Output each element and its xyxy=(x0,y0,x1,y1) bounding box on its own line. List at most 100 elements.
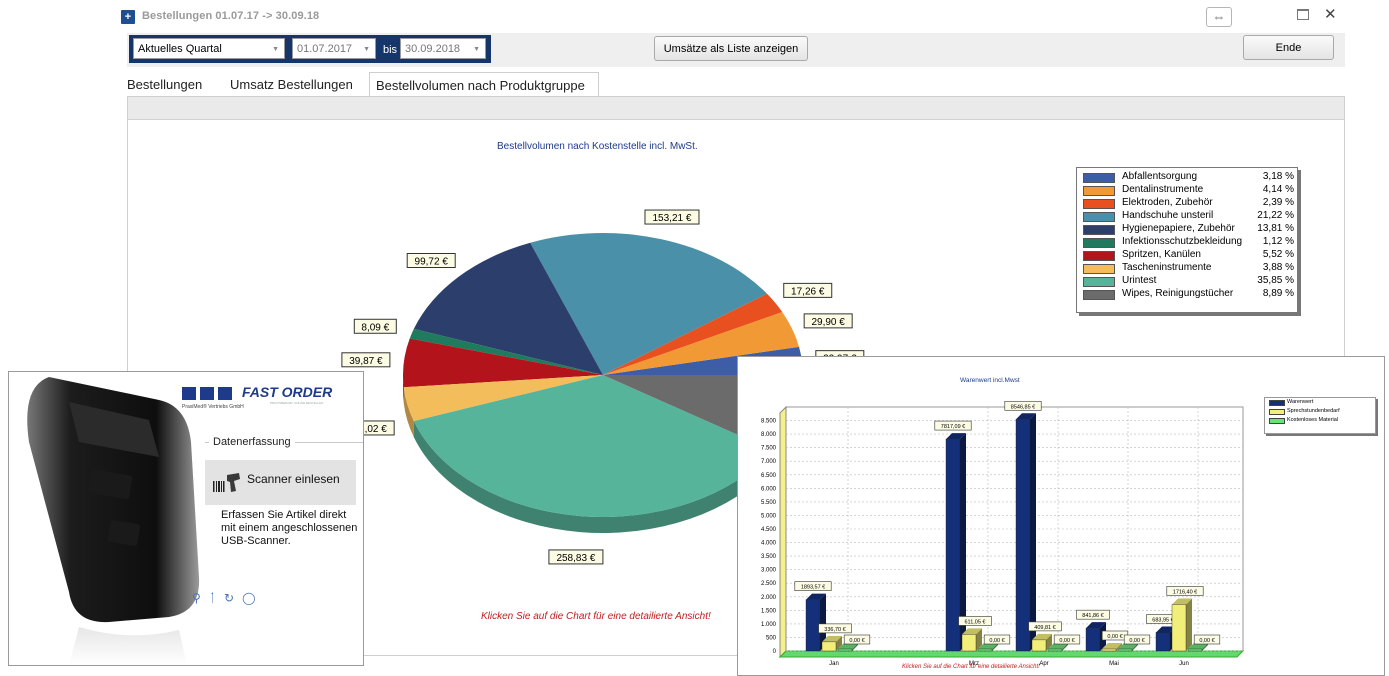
bar-face xyxy=(1015,419,1031,652)
legend-item: Abfallentsorgung 3,18 % xyxy=(1077,171,1297,184)
wrench-icon[interactable]: ᛙ xyxy=(209,591,224,605)
legend-percent: 21,22 % xyxy=(1257,210,1294,221)
pie-value-text: 17,26 € xyxy=(791,286,825,297)
logo-block xyxy=(218,387,232,400)
bar-value-text: 0,00 € xyxy=(989,638,1004,644)
bar-face xyxy=(945,438,961,652)
bar-legend-item: Kostenloses Material xyxy=(1265,416,1375,425)
legend-percent: 3,88 % xyxy=(1262,262,1294,273)
bar-value-text: 336,70 € xyxy=(824,627,845,633)
legend-label: Hygienepapiere, Zubehör xyxy=(1122,223,1235,234)
legend-label: Urintest xyxy=(1122,275,1157,286)
y-tick-label: 2.000 xyxy=(761,595,777,601)
bar-value-label: 0,00 € xyxy=(843,634,871,645)
legend-item: Hygienepapiere, Zubehör 13,81 % xyxy=(1077,223,1297,236)
bar-value-text: 1716,40 € xyxy=(1173,589,1197,595)
x-tick-label: Mai xyxy=(1109,661,1119,667)
bar-face xyxy=(977,648,993,652)
legend-swatch xyxy=(1083,173,1115,183)
legend-percent: 2,39 % xyxy=(1262,197,1294,208)
bar-value-label: 336,70 € xyxy=(818,623,852,634)
plot-floor xyxy=(778,650,1245,658)
legend-label: Abfallentsorgung xyxy=(1122,171,1198,182)
barcode-scanner-icon xyxy=(213,473,240,492)
chat-icon[interactable]: ◯ xyxy=(242,591,263,605)
y-tick-label: 7.500 xyxy=(761,446,777,452)
y-tick-label: 6.000 xyxy=(761,486,777,492)
legend-label: Handschuhe unsteril xyxy=(1122,210,1214,221)
bar-face xyxy=(837,648,853,652)
y-tick-label: 1.500 xyxy=(761,608,777,614)
legend-swatch xyxy=(1083,225,1115,235)
bar-legend-label: Sprechstundenbedarf xyxy=(1287,408,1340,414)
pie-value-label: 258,83 € xyxy=(548,549,604,565)
bar-value-text: 8546,85 € xyxy=(1011,404,1035,410)
legend-label: Dentalinstrumente xyxy=(1122,184,1204,195)
bar-value-text: 0,00 € xyxy=(849,638,864,644)
y-tick-label: 4.000 xyxy=(761,541,777,547)
bar-value-text: 0,00 € xyxy=(1129,638,1144,644)
bar[interactable] xyxy=(961,628,982,652)
legend-item: Dentalinstrumente 4,14 % xyxy=(1077,184,1297,197)
refresh-icon[interactable]: ↻ xyxy=(224,591,242,605)
search-icon[interactable]: ⚲ xyxy=(192,591,209,605)
y-tick-label: 3.000 xyxy=(761,568,777,574)
bar-face xyxy=(1155,632,1171,652)
bar-legend-item: Warenwert xyxy=(1265,398,1375,407)
legend-item: Tascheninstrumente 3,88 % xyxy=(1077,262,1297,275)
logo-block xyxy=(200,387,214,400)
bar[interactable] xyxy=(1171,598,1192,652)
bar-value-label: 0,00 € xyxy=(1193,634,1221,645)
bar-chart-hint: Klicken Sie auf die Chart für eine detai… xyxy=(902,664,1040,670)
x-tick-label: Apr xyxy=(1039,661,1048,667)
y-tick-label: 2.500 xyxy=(761,581,777,587)
legend-label: Infektionsschutzbekleidung xyxy=(1122,236,1243,247)
scanner-description: Erfassen Sie Artikel direkt mit einem an… xyxy=(221,509,358,547)
y-tick-label: 5.000 xyxy=(761,513,777,519)
fastorder-logo: FAST ORDER PRAXISBEDARF ONLINE BESTELLEN… xyxy=(182,384,342,414)
plot-side-wall xyxy=(779,405,787,659)
bar-face xyxy=(1101,648,1117,652)
bar-face xyxy=(961,634,977,652)
bar-legend-swatch xyxy=(1269,400,1285,406)
legend-percent: 8,89 % xyxy=(1262,288,1294,299)
bar-chart-panel: Warenwert incl.Mwst 0 500 1.000 1.500 2.000 2… xyxy=(737,356,1385,676)
bar-value-label: 1716,40 € xyxy=(1166,586,1204,596)
x-tick-label: Jan xyxy=(829,661,839,667)
y-tick-label: 6.500 xyxy=(761,473,777,479)
pie-legend: Abfallentsorgung 3,18 % Dentalinstrumente 4… xyxy=(1076,167,1298,313)
pie-value-text: 8,09 € xyxy=(361,322,389,333)
bar-value-text: 1893,57 € xyxy=(801,585,825,591)
bar-face xyxy=(805,599,821,652)
legend-label: Elektroden, Zubehör xyxy=(1122,197,1213,208)
legend-swatch xyxy=(1083,251,1115,261)
bar-value-label: 0,00 € xyxy=(1053,634,1081,645)
bar-value-text: 683,95 € xyxy=(1152,617,1173,623)
logo-tagline: PRAXISBEDARF ONLINE BESTELLEN xyxy=(270,401,324,405)
pie-value-label: 17,26 € xyxy=(783,282,833,298)
bar-legend-item: Sprechstundenbedarf xyxy=(1265,407,1375,416)
pie-value-label: 39,87 € xyxy=(341,352,391,368)
legend-swatch xyxy=(1083,290,1115,300)
legend-percent: 5,52 % xyxy=(1262,249,1294,260)
pie-value-label: 153,21 € xyxy=(644,209,700,225)
y-tick-label: 3.500 xyxy=(761,554,777,560)
y-tick-label: 500 xyxy=(766,635,777,641)
pie-value-text: 99,72 € xyxy=(415,257,449,268)
y-tick-label: 1.000 xyxy=(761,622,777,628)
x-tick-label: Jun xyxy=(1179,661,1189,667)
scanner-panel: FAST ORDER PRAXISBEDARF ONLINE BESTELLEN… xyxy=(8,371,364,666)
bar[interactable] xyxy=(1015,413,1036,652)
pie-chart-hint: Klicken Sie auf die Chart für eine detai… xyxy=(481,611,711,622)
bar-value-label: 8546,85 € xyxy=(1004,400,1042,411)
legend-item: Urintest 35,85 % xyxy=(1077,275,1297,288)
legend-percent: 1,12 % xyxy=(1262,236,1294,247)
legend-swatch xyxy=(1083,277,1115,287)
scanner-tools: ⚲ᛙ↻◯ xyxy=(192,591,264,605)
bar-face xyxy=(1171,604,1187,652)
logo-text: FAST ORDER xyxy=(242,384,333,400)
bar-value-label: 0,00 € xyxy=(1123,634,1151,645)
scanner-einlesen-button[interactable]: Scanner einlesen xyxy=(205,460,356,505)
barcode-scanner-image xyxy=(27,377,200,665)
bar-face xyxy=(1187,648,1203,652)
